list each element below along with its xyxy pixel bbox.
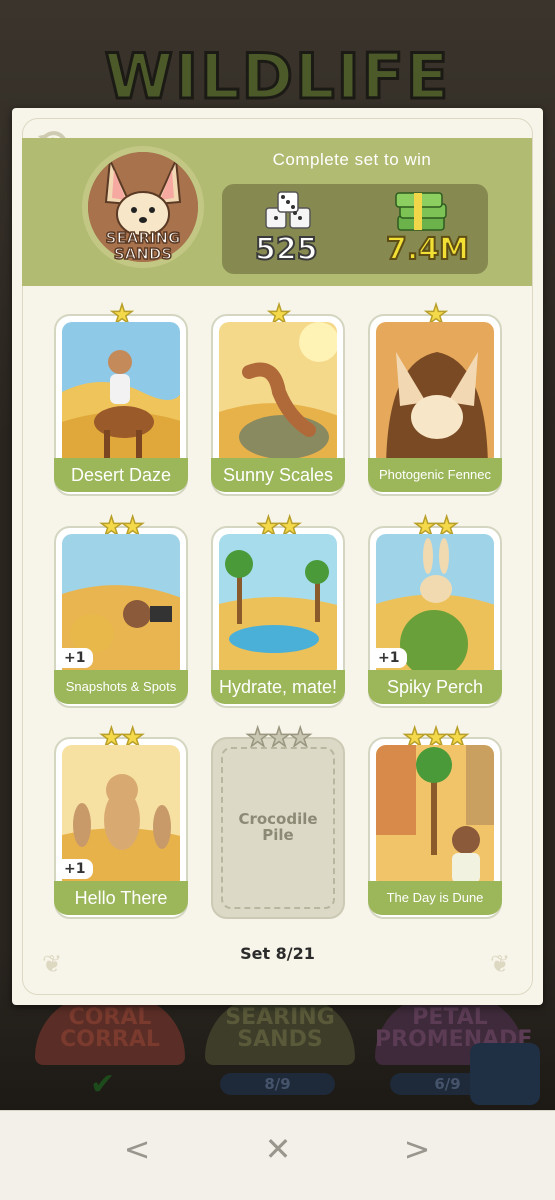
- card-the-day-is-dune[interactable]: ★★★ The Day is Dune: [368, 724, 502, 919]
- set-badge-label-line1: SEARING: [105, 229, 181, 247]
- card-art: [219, 322, 337, 466]
- card-name: Desert Daze: [54, 458, 188, 492]
- card-name: Sunny Scales: [211, 458, 345, 492]
- set-badge-label: SEARING SANDS: [82, 229, 204, 263]
- card-crocodile-pile[interactable]: ★★★ Crocodile Pile: [211, 724, 345, 919]
- card-art: [62, 322, 180, 466]
- lizard-art: [219, 322, 337, 466]
- fennec-art: [376, 322, 494, 466]
- card-snapshots-spots[interactable]: ★★ +1 Snapshots & Spots: [54, 513, 188, 708]
- set-badge: SEARING SANDS: [82, 146, 204, 274]
- card-art: [219, 534, 337, 678]
- card-name: The Day is Dune: [368, 881, 502, 915]
- reward-cash-value: 7.4M: [385, 231, 470, 268]
- header-title: Complete set to win: [272, 150, 432, 169]
- card-hydrate-mate[interactable]: ★★ Hydrate, mate!: [211, 513, 345, 708]
- duplicate-count: +1: [56, 859, 94, 879]
- set-progress-text: Set 8/21: [240, 944, 315, 963]
- market-art: [376, 745, 494, 889]
- card-name: Photogenic Fennec: [368, 458, 502, 492]
- set-badge-coral-corral[interactable]: CORAL CORRAL: [35, 995, 185, 1065]
- card-sunny-scales[interactable]: ★ Sunny Scales: [211, 301, 345, 496]
- card-hello-there[interactable]: ★★ +1 Hello There: [54, 724, 188, 919]
- card-art: [376, 745, 494, 889]
- set-progress-pill: 8/9: [220, 1073, 335, 1095]
- card-photogenic-fennec[interactable]: ★ Photogenic Fennec: [368, 301, 502, 496]
- close-button[interactable]: ✕: [258, 1129, 298, 1169]
- card-spiky-perch[interactable]: ★★ +1 Spiky Perch: [368, 513, 502, 708]
- previous-button[interactable]: <: [117, 1129, 157, 1169]
- reward-dice-value: 525: [254, 231, 319, 268]
- album-title: WILDLIFE: [103, 39, 451, 115]
- album-icon[interactable]: [470, 1043, 540, 1105]
- oasis-art: [219, 534, 337, 678]
- camel-rider-art: [62, 322, 180, 466]
- cash-stack-icon: [395, 192, 447, 231]
- card-name: Crocodile Pile: [238, 810, 318, 844]
- card-name: Hello There: [54, 881, 188, 915]
- card-desert-daze[interactable]: ★ Desert Daze: [54, 301, 188, 496]
- duplicate-count: +1: [370, 648, 408, 668]
- bottom-nav-bar: < ✕ >: [0, 1110, 555, 1200]
- set-badge-searing-sands[interactable]: SEARING SANDS: [205, 995, 355, 1065]
- card-art: [376, 322, 494, 466]
- duplicate-count: +1: [56, 648, 94, 668]
- check-icon: ✔: [90, 1067, 116, 1102]
- next-button[interactable]: >: [397, 1129, 437, 1169]
- dice-icon: [265, 191, 311, 229]
- card-name: Spiky Perch: [368, 670, 502, 704]
- card-name: Hydrate, mate!: [211, 670, 345, 704]
- set-badge-label-line2: SANDS: [113, 245, 173, 263]
- set-badges-row: CORAL CORRAL SEARING SANDS PETAL PROMENA…: [0, 995, 555, 1105]
- card-name: Snapshots & Spots: [54, 670, 188, 704]
